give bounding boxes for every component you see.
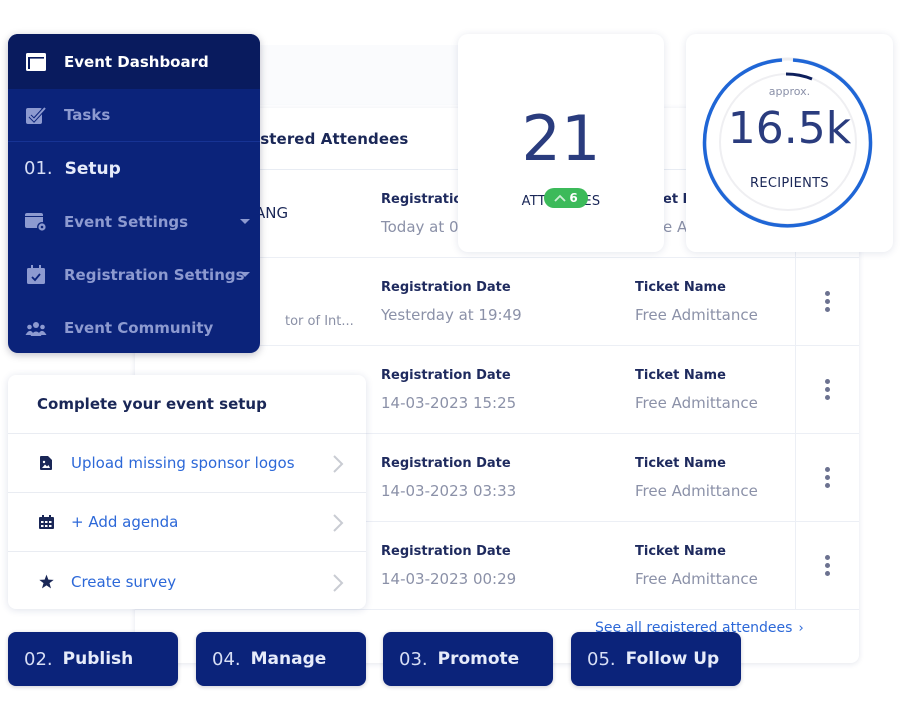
sidebar-item-label: Registration Settings [64,265,245,284]
setup-item-upload-sponsor-logos[interactable]: Upload missing sponsor logos [8,434,366,493]
step-label: Promote [437,649,520,669]
step-number: 02. [24,648,53,670]
sidebar-item-label: Tasks [64,106,111,124]
setup-item-label: Upload missing sponsor logos [71,454,295,472]
recipients-ring-inner-arc [785,72,813,81]
sidebar-item-label: Event Dashboard [64,52,209,71]
star-icon [38,574,54,590]
row-menu-button[interactable] [795,258,859,345]
event-settings-icon [24,210,48,234]
sidebar-step-setup[interactable]: 01. Setup [8,142,260,195]
calendar-grid-icon [38,514,54,530]
chevron-right-icon [333,455,344,473]
sidebar-item-label: Event Community [64,318,214,337]
step-label: Follow Up [625,649,720,669]
registration-date-label: Registration Date [381,368,511,383]
kebab-menu-icon [825,379,830,400]
registration-date-value: 14-03-2023 15:25 [381,394,517,412]
ticket-name-label: Ticket Name [635,544,726,559]
registration-date-value: Today at 0 [381,218,459,236]
step-number: 04. [212,648,241,670]
attendees-delta-badge: 6 [544,188,588,208]
step-number: 03. [399,648,428,670]
community-icon [24,316,48,340]
ticket-name-value: Free Admittance [635,394,758,412]
setup-item-label: + Add agenda [71,513,179,531]
ticket-name-value: Free Admittance [635,306,758,324]
dashboard-icon [24,50,48,74]
row-menu-button[interactable] [795,522,859,609]
step-publish-button[interactable]: 02. Publish [8,632,178,686]
recipients-count: 16.5k [727,103,852,154]
registration-date-label: Registration Date [381,280,511,295]
ticket-name-value: Free Admittance [635,482,758,500]
step-number: 01. [24,158,53,179]
row-menu-button[interactable] [795,346,859,433]
setup-checklist-card: Complete your event setup Upload missing… [8,375,366,609]
ticket-name-label: Ticket Name [635,280,726,295]
event-sidebar: Event Dashboard Tasks 01. Setup Event Se… [8,34,260,353]
chevron-right-icon: › [798,621,804,636]
setup-checklist-title: Complete your event setup [8,375,366,434]
registration-date-value: 14-03-2023 00:29 [381,570,517,588]
sidebar-item-tasks[interactable]: Tasks [8,89,260,142]
attendees-panel-title: istered Attendees [255,129,409,148]
registration-date-label: Registration Date [381,456,511,471]
setup-item-create-survey[interactable]: Create survey [8,552,366,609]
step-promote-button[interactable]: 03. Promote [383,632,553,686]
sidebar-item-registration-settings[interactable]: Registration Settings [8,248,260,301]
registration-date-value: Yesterday at 19:49 [381,306,522,324]
chevron-down-icon [240,218,250,224]
registration-date-label: Registration Date [381,544,511,559]
chevron-right-icon [333,514,344,532]
kebab-menu-icon [825,555,830,576]
ticket-name-value: Free Admittance [635,570,758,588]
attendees-delta-value: 6 [569,191,578,205]
tasks-check-icon [24,103,48,127]
step-manage-button[interactable]: 04. Manage [196,632,366,686]
registration-date-value: 14-03-2023 03:33 [381,482,517,500]
step-number: 05. [587,648,616,670]
step-label: Manage [250,649,327,669]
row-menu-button[interactable] [795,434,859,521]
sidebar-item-event-community[interactable]: Event Community [8,301,260,353]
sidebar-item-event-dashboard[interactable]: Event Dashboard [8,34,260,89]
sidebar-item-label: Event Settings [64,212,189,231]
kebab-menu-icon [825,467,830,488]
chevron-right-icon [333,573,344,592]
registration-calendar-icon [24,263,48,287]
recipients-stat-card: approx. 16.5k RECIPIENTS [686,34,893,252]
background-panel [255,45,465,105]
recipients-label: RECIPIENTS [750,176,829,191]
kebab-menu-icon [825,291,830,312]
step-label: Setup [64,158,121,179]
attendees-stat-card: 21 ATTENDEES [458,34,664,252]
attendees-count: 21 [521,102,601,175]
ticket-name-label: Ticket Name [635,368,726,383]
step-follow-up-button[interactable]: 05. Follow Up [571,632,741,686]
setup-item-label: Create survey [71,572,177,591]
step-label: Publish [62,649,134,669]
arrow-up-icon [554,194,566,202]
recipients-approx-label: approx. [768,85,811,98]
image-file-icon [38,455,54,471]
setup-item-add-agenda[interactable]: + Add agenda [8,493,366,552]
sidebar-item-event-settings[interactable]: Event Settings [8,195,260,248]
chevron-down-icon [240,271,250,277]
attendee-role: tor of Int... [285,314,354,329]
ticket-name-label: Ticket Name [635,456,726,471]
